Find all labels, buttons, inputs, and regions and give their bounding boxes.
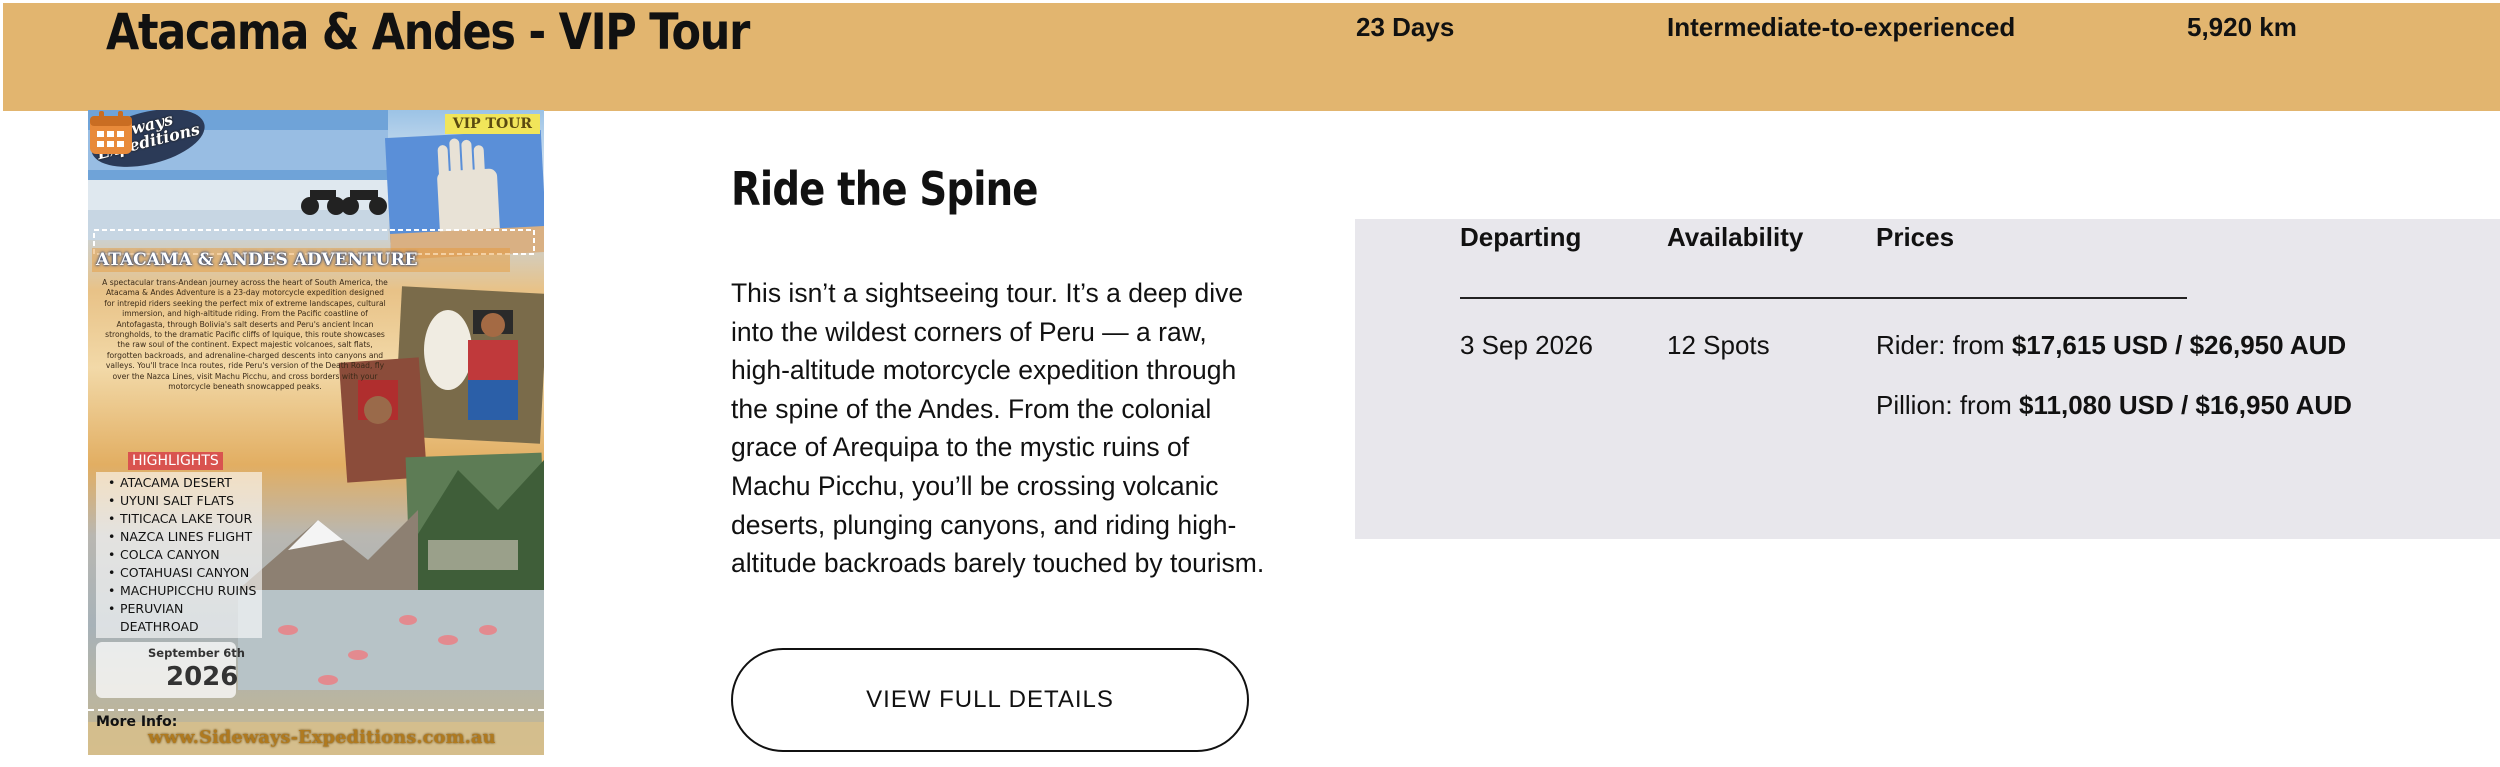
rider-price-label: Rider: from xyxy=(1876,330,2012,360)
rider-price-line: Rider: from $17,615 USD / $26,950 AUD xyxy=(1876,330,2346,361)
departure-date: 3 Sep 2026 xyxy=(1460,330,1594,360)
poster-highlights-list: ATACAMA DESERT UYUNI SALT FLATS TITICACA… xyxy=(96,472,262,638)
poster-date-month: September 6th xyxy=(148,646,245,660)
column-header-availability: Availability xyxy=(1667,222,1804,252)
pillion-price-label: Pillion: from xyxy=(1876,390,2020,420)
highlight-item: UYUNI SALT FLATS xyxy=(108,492,262,510)
view-full-details-button[interactable]: VIEW FULL DETAILS xyxy=(731,648,1249,752)
tour-distance: 5,920 km xyxy=(2187,12,2297,42)
tour-level: Intermediate-to-experienced xyxy=(1667,12,2016,42)
poster-highlights-heading: HIGHLIGHTS xyxy=(128,452,223,470)
calendar-icon xyxy=(90,111,132,154)
tour-title: Atacama & Andes - VIP Tour xyxy=(106,3,750,61)
poster-description: A spectacular trans-Andean journey acros… xyxy=(102,278,388,392)
departures-panel xyxy=(1355,219,2500,539)
column-header-departing: Departing xyxy=(1460,222,1582,252)
table-divider xyxy=(1460,297,2187,299)
section-title: Ride the Spine xyxy=(731,162,1038,216)
poster-banner: ATACAMA & ANDES ADVENTURE xyxy=(92,248,510,272)
tour-poster-image[interactable]: Sideways Expeditions VIP TOUR ATACAMA & … xyxy=(88,110,544,755)
poster-vip-badge: VIP TOUR xyxy=(444,114,540,134)
highlight-item: ATACAMA DESERT xyxy=(108,474,262,492)
column-header-prices: Prices xyxy=(1876,222,1955,252)
pillion-price-value: $11,080 USD / $16,950 AUD xyxy=(2019,390,2352,420)
highlight-item: COLCA CANYON xyxy=(108,546,262,564)
tour-description: This isn’t a sightseeing tour. It’s a de… xyxy=(731,278,1265,579)
highlight-item: TITICACA LAKE TOUR xyxy=(108,510,262,528)
highlight-item: COTAHUASI CANYON xyxy=(108,564,262,582)
tour-duration: 23 Days xyxy=(1356,12,1455,42)
poster-date-year: 2026 xyxy=(166,662,239,692)
pillion-price-line: Pillion: from $11,080 USD / $16,950 AUD xyxy=(1876,390,2352,421)
highlight-item: MACHUPICCHU RUINS xyxy=(108,582,262,600)
highlight-item: PERUVIAN DEATHROAD xyxy=(108,600,262,636)
rider-price-value: $17,615 USD / $26,950 AUD xyxy=(2011,330,2347,360)
highlight-item: NAZCA LINES FLIGHT xyxy=(108,528,262,546)
poster-website: www.Sideways-Expeditions.com.au xyxy=(148,727,496,748)
availability-spots: 12 Spots xyxy=(1667,330,1770,360)
